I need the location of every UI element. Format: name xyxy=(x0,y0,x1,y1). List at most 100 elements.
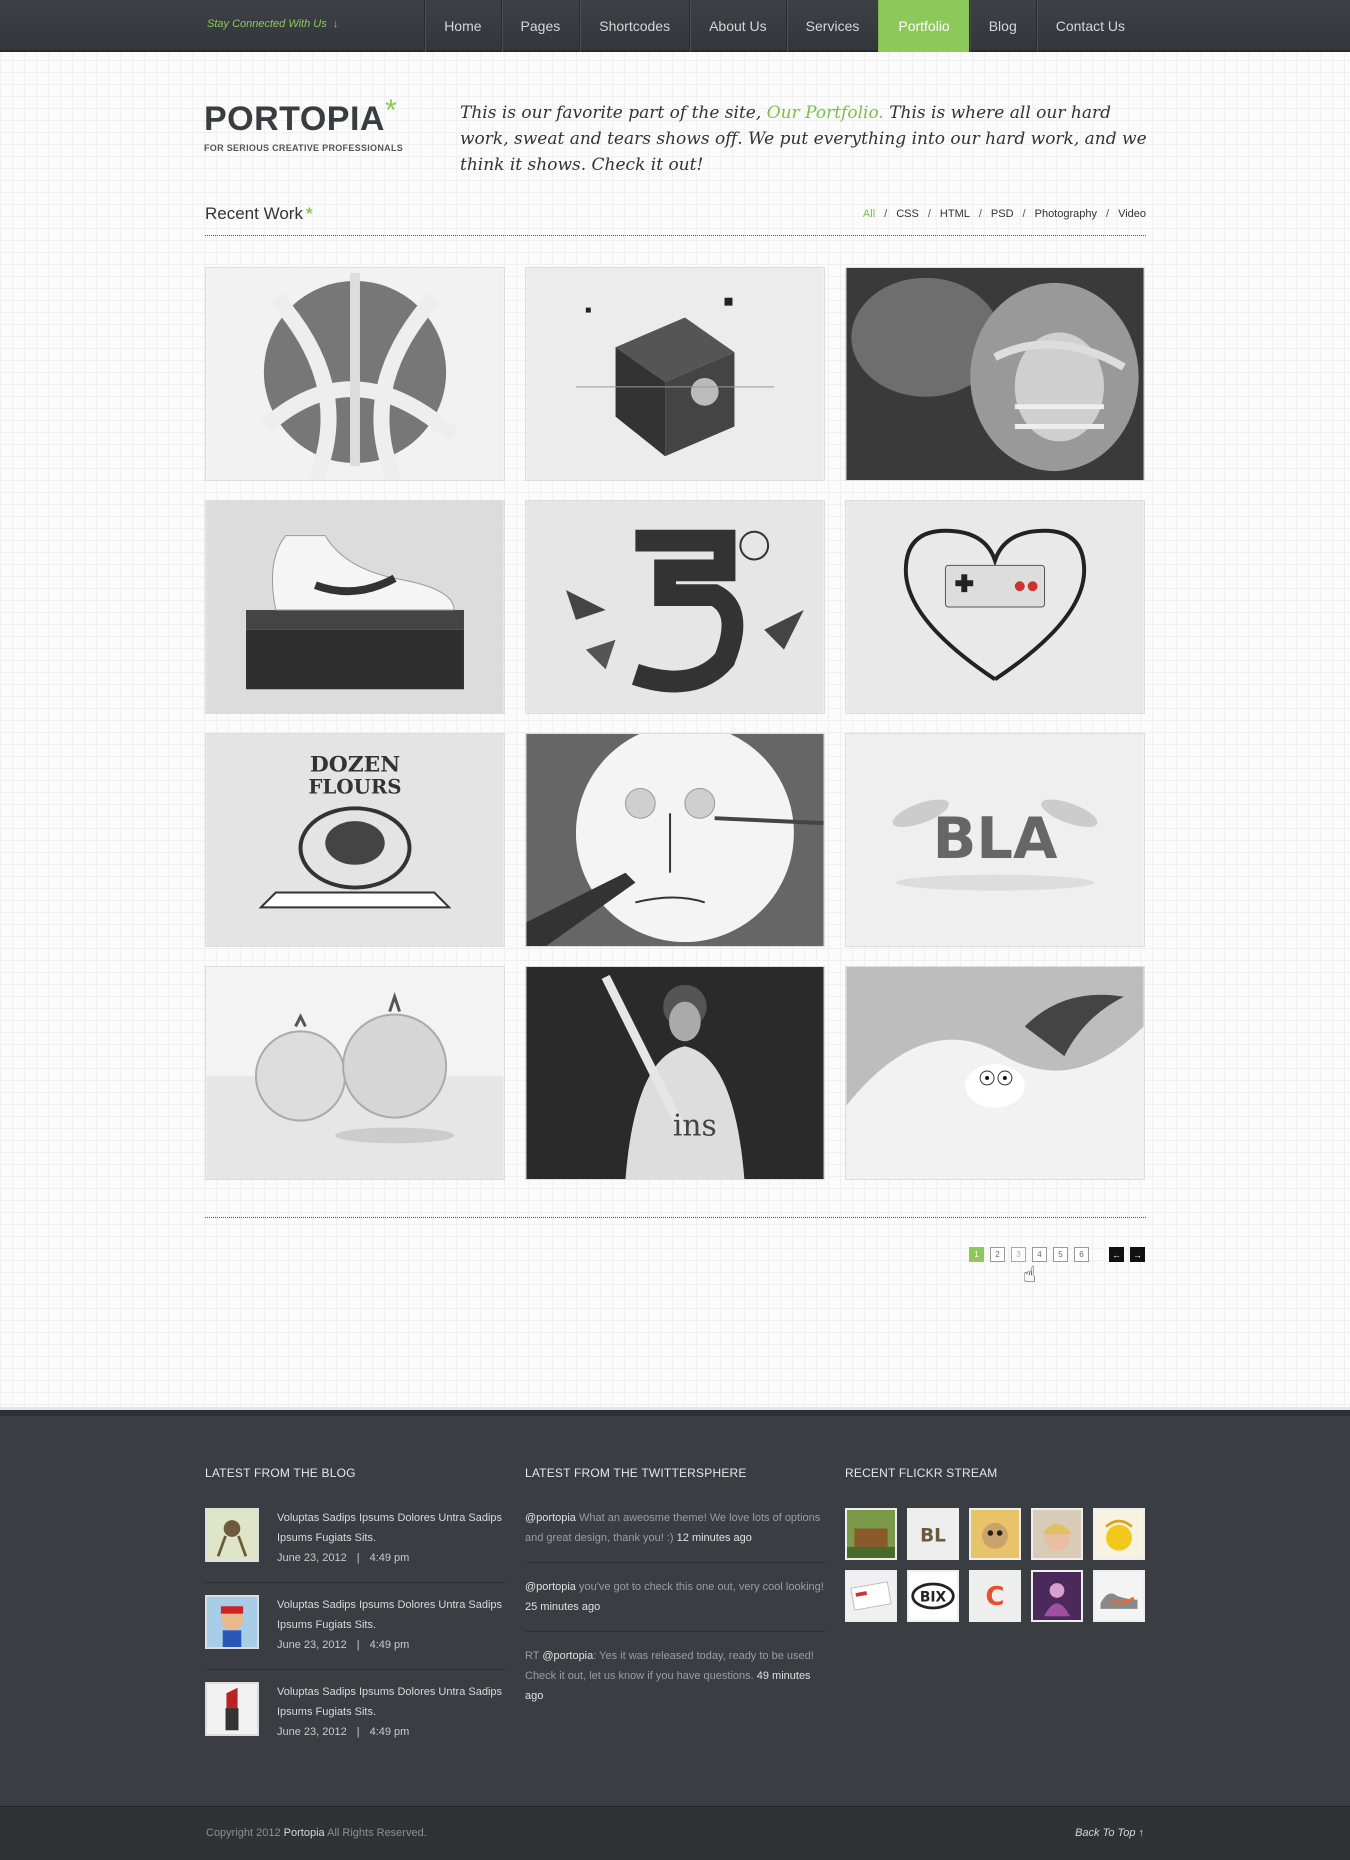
copyright-brand-link[interactable]: Portopia xyxy=(284,1827,325,1839)
blog-post-meta: June 23, 2012 | 4:49 pm xyxy=(277,1635,505,1655)
filter-separator: / xyxy=(1106,208,1110,220)
svg-text:FLOURS: FLOURS xyxy=(308,774,401,798)
flickr-photo-pug-costume[interactable] xyxy=(969,1508,1021,1560)
blog-post[interactable]: Voluptas Sadips Ipsums Dolores Untra Sad… xyxy=(205,1595,505,1670)
top-navigation-bar: Stay Connected With Us ↓ Home Pages Short… xyxy=(0,0,1350,52)
arrow-up-icon: ↑ xyxy=(1138,1827,1145,1839)
nav-contact-us[interactable]: Contact Us xyxy=(1035,0,1144,52)
pagination: 1 2 3 4 5 6 ← → xyxy=(969,1247,1145,1262)
svg-text:BL: BL xyxy=(920,1525,946,1546)
blog-post-time: 4:49 pm xyxy=(369,1552,410,1564)
filter-separator: / xyxy=(978,208,982,220)
portfolio-item-dozen-flours-logo[interactable]: DOZEN FLOURS xyxy=(205,733,505,947)
page-2[interactable]: 2 xyxy=(990,1247,1005,1262)
blog-post[interactable]: Voluptas Sadips Ipsums Dolores Untra Sad… xyxy=(205,1508,505,1583)
blog-post-title: Voluptas Sadips Ipsums Dolores Untra Sad… xyxy=(277,1686,503,1718)
portfolio-item-milk-splash[interactable] xyxy=(845,966,1145,1180)
copyright-before: Copyright 2012 xyxy=(206,1827,284,1839)
nav-portfolio[interactable]: Portfolio xyxy=(878,0,969,52)
portfolio-item-sneaker-box[interactable] xyxy=(205,500,505,714)
tweet-handle-link[interactable]: @portopia xyxy=(525,1512,576,1524)
flickr-photo-bix-logo[interactable]: BIX xyxy=(907,1570,959,1622)
blog-thumb-lipstick xyxy=(205,1682,259,1736)
portfolio-item-football-player[interactable] xyxy=(845,267,1145,481)
portfolio-item-roads-circle[interactable] xyxy=(205,267,505,481)
tweet-prefix: RT xyxy=(525,1650,543,1662)
page-4[interactable]: 4 xyxy=(1032,1247,1047,1262)
flickr-photo-nike-shoe[interactable] xyxy=(1093,1570,1145,1622)
portfolio-item-baseball-player[interactable]: ins xyxy=(525,966,825,1180)
page-1[interactable]: 1 xyxy=(969,1247,984,1262)
intro-text: This is our favorite part of the site, O… xyxy=(460,100,1160,178)
intro-before: This is our favorite part of the site, xyxy=(460,103,767,123)
flickr-photo-business-card[interactable] xyxy=(845,1570,897,1622)
filter-psd[interactable]: PSD xyxy=(991,208,1014,220)
nav-shortcodes[interactable]: Shortcodes xyxy=(579,0,689,52)
blog-post-date: June 23, 2012 xyxy=(277,1639,347,1651)
flickr-photo-lemon-splash[interactable] xyxy=(1093,1508,1145,1560)
tweet-time: 12 minutes ago xyxy=(676,1532,752,1544)
filter-all[interactable]: All xyxy=(863,208,875,220)
filter-html[interactable]: HTML xyxy=(940,208,970,220)
back-to-top-link[interactable]: Back To Top ↑ xyxy=(1075,1827,1144,1839)
portfolio-item-shattered-letter[interactable] xyxy=(525,500,825,714)
svg-text:C: C xyxy=(986,1582,1005,1612)
hand-cursor-icon: ☝ xyxy=(1023,1262,1037,1287)
recent-work-title-text: Recent Work xyxy=(205,204,303,223)
next-page-button[interactable]: → xyxy=(1130,1247,1145,1262)
stay-connected-link[interactable]: Stay Connected With Us ↓ xyxy=(207,18,338,30)
filter-css[interactable]: CSS xyxy=(896,208,919,220)
flickr-photo-c-logo[interactable]: C xyxy=(969,1570,1021,1622)
tweet-handle-link[interactable]: @portopia xyxy=(525,1581,576,1593)
filter-photography[interactable]: Photography xyxy=(1035,208,1097,220)
nav-about-us[interactable]: About Us xyxy=(689,0,786,52)
title-star-icon: * xyxy=(305,204,313,223)
blog-post-date: June 23, 2012 xyxy=(277,1552,347,1564)
logo-star-icon: * xyxy=(384,94,397,127)
flickr-photo-tree-house[interactable] xyxy=(845,1508,897,1560)
page-6[interactable]: 6 xyxy=(1074,1247,1089,1262)
pagination-divider xyxy=(205,1217,1146,1218)
logo-text: PORTOPIA xyxy=(204,100,385,138)
blog-post-time: 4:49 pm xyxy=(369,1639,410,1651)
flickr-photo-purple-dancer[interactable] xyxy=(1031,1570,1083,1622)
meta-separator: | xyxy=(356,1552,360,1564)
prev-page-button[interactable]: ← xyxy=(1109,1247,1124,1262)
recent-work-title: Recent Work * xyxy=(205,204,313,224)
portfolio-item-fuzzy-bla[interactable]: BLA xyxy=(845,733,1145,947)
footer: LATEST FROM THE BLOG Voluptas Sadips Ips… xyxy=(0,1410,1350,1806)
meta-separator: | xyxy=(356,1726,360,1738)
recent-work-header: Recent Work * All / CSS / HTML / PSD / Photog… xyxy=(205,200,1146,236)
tweet-handle-link[interactable]: @portopia xyxy=(542,1650,593,1662)
nav-pages[interactable]: Pages xyxy=(500,0,580,52)
portfolio-item-glass-tomatoes[interactable] xyxy=(205,966,505,1180)
copyright: Copyright 2012 Portopia All Rights Reser… xyxy=(206,1827,427,1839)
intro-highlight: Our Portfolio. xyxy=(766,103,884,123)
page-3[interactable]: 3 xyxy=(1011,1247,1026,1262)
blog-post-meta: June 23, 2012 | 4:49 pm xyxy=(277,1722,505,1742)
filter-video[interactable]: Video xyxy=(1118,208,1146,220)
flickr-photo-blond-boy[interactable] xyxy=(1031,1508,1083,1560)
tweet-time: 25 minutes ago xyxy=(525,1601,601,1613)
footer-twitter-column: LATEST FROM THE TWITTERSPHERE @portopia … xyxy=(525,1466,825,1734)
nav-services[interactable]: Services xyxy=(785,0,879,52)
flickr-photo-fuzzy-bl[interactable]: BL xyxy=(907,1508,959,1560)
filter-separator: / xyxy=(884,208,888,220)
nav-home[interactable]: Home xyxy=(424,0,500,52)
portfolio-item-controller-heart[interactable] xyxy=(845,500,1145,714)
tweet: @portopia you've got to check this one o… xyxy=(525,1577,825,1632)
nav-blog[interactable]: Blog xyxy=(968,0,1036,52)
blog-post-title: Voluptas Sadips Ipsums Dolores Untra Sad… xyxy=(277,1599,503,1631)
portfolio-item-plate-face[interactable] xyxy=(525,733,825,947)
blog-post[interactable]: Voluptas Sadips Ipsums Dolores Untra Sad… xyxy=(205,1682,505,1756)
blog-post-meta: June 23, 2012 | 4:49 pm xyxy=(277,1548,505,1568)
site-logo[interactable]: PORTOPIA* FOR SERIOUS CREATIVE PROFESSIO… xyxy=(204,94,404,153)
portfolio-item-abstract-cube[interactable] xyxy=(525,267,825,481)
main-nav: Home Pages Shortcodes About Us Services … xyxy=(424,0,1144,52)
blog-heading: LATEST FROM THE BLOG xyxy=(205,1466,356,1480)
page-5[interactable]: 5 xyxy=(1053,1247,1068,1262)
svg-text:BIX: BIX xyxy=(920,1590,947,1606)
meta-separator: | xyxy=(356,1639,360,1651)
logo-tagline: FOR SERIOUS CREATIVE PROFESSIONALS xyxy=(204,143,404,153)
filter-separator: / xyxy=(927,208,931,220)
